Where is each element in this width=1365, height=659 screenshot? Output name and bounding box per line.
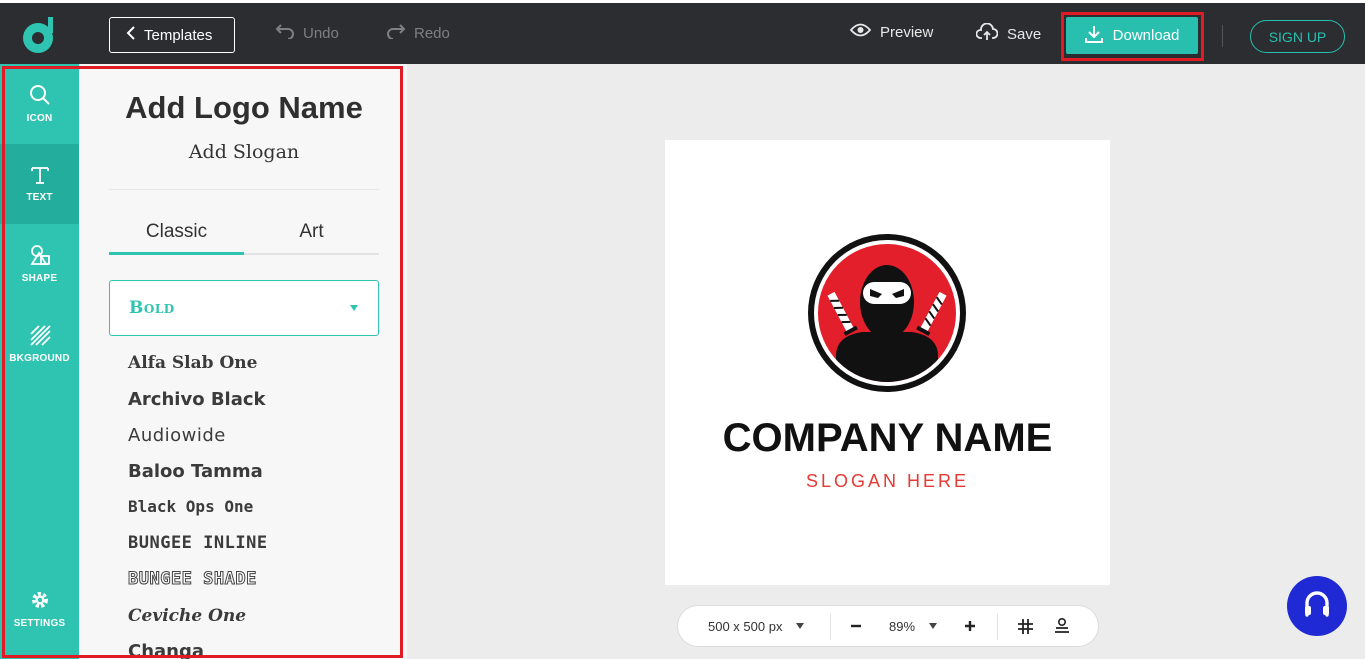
canvas-zoom-bar: 500 x 500 px 89% — [677, 605, 1099, 647]
plus-icon — [965, 621, 975, 631]
undo-button[interactable]: Undo — [275, 23, 339, 43]
redo-button[interactable]: Redo — [386, 23, 450, 43]
rail-label: ICON — [26, 113, 53, 124]
download-icon — [1084, 25, 1103, 47]
font-item[interactable]: Ceviche One — [128, 606, 246, 626]
signup-button[interactable]: SIGN UP — [1250, 20, 1345, 53]
app-logo[interactable] — [20, 13, 60, 57]
text-panel: Add Logo Name Add Slogan Classic Art Bol… — [79, 64, 407, 659]
add-slogan[interactable]: Add Slogan — [109, 141, 379, 163]
tab-classic[interactable]: Classic — [109, 221, 244, 253]
font-category-value: Bold — [129, 298, 175, 318]
templates-label: Templates — [144, 26, 213, 44]
logo-canvas[interactable]: COMPANY NAME SLOGAN HERE — [665, 140, 1110, 585]
caret-down-icon — [350, 305, 358, 311]
text-icon — [30, 165, 50, 190]
templates-button[interactable]: Templates — [109, 17, 235, 53]
zoom-out-button[interactable] — [850, 606, 862, 646]
ninja-emblem[interactable] — [806, 232, 968, 394]
align-icon — [1055, 618, 1069, 633]
rail-item-background[interactable]: BKGROUND — [0, 304, 79, 384]
font-item[interactable]: Black Ops One — [128, 497, 253, 516]
panel-divider — [109, 189, 379, 190]
chat-button[interactable] — [1287, 576, 1347, 636]
preview-label: Preview — [880, 23, 934, 41]
font-item[interactable]: Baloo Tamma — [128, 461, 263, 482]
grid-toggle-button[interactable] — [1018, 606, 1033, 646]
rail-item-shape[interactable]: SHAPE — [0, 224, 79, 304]
preview-button[interactable]: Preview — [849, 23, 934, 41]
save-button[interactable]: Save — [975, 22, 1042, 45]
search-icon — [29, 84, 51, 111]
chat-icon — [1305, 591, 1329, 617]
tool-rail: ICON TEXT SHAPE BKGROUND SETTINGS — [0, 64, 79, 659]
slogan-text[interactable]: SLOGAN HERE — [665, 471, 1110, 492]
gear-icon — [29, 589, 51, 616]
save-label: Save — [1007, 25, 1042, 43]
cloud-upload-icon — [975, 22, 999, 45]
font-item[interactable]: Archivo Black — [128, 389, 266, 410]
zoom-divider — [997, 614, 998, 640]
canvas-size-value: 500 x 500 px — [708, 618, 783, 634]
minus-icon — [851, 624, 861, 628]
rail-item-settings[interactable]: SETTINGS — [0, 569, 79, 649]
grid-icon — [1018, 618, 1033, 634]
tab-art[interactable]: Art — [244, 221, 379, 253]
font-item[interactable]: BUNGEE SHADE — [128, 569, 257, 590]
font-item[interactable]: Alfa Slab One — [128, 353, 257, 373]
chevron-left-icon — [126, 26, 136, 44]
zoom-level-value: 89% — [889, 618, 916, 634]
zoom-level-select[interactable]: 89% — [889, 606, 938, 646]
rail-label: TEXT — [26, 192, 53, 203]
download-button[interactable]: Download — [1066, 17, 1198, 54]
undo-icon — [275, 23, 295, 43]
tab-active-indicator — [109, 252, 244, 255]
rail-item-text[interactable]: TEXT — [0, 144, 79, 224]
align-toggle-button[interactable] — [1054, 606, 1070, 646]
rail-label: SHAPE — [21, 273, 58, 284]
add-logo-name[interactable]: Add Logo Name — [109, 90, 379, 126]
caret-down-icon — [796, 623, 805, 629]
zoom-divider — [830, 614, 831, 640]
tab-underline — [244, 253, 379, 255]
redo-label: Redo — [414, 24, 450, 42]
company-name[interactable]: COMPANY NAME — [665, 416, 1110, 461]
font-item[interactable]: BUNGEE INLINE — [128, 533, 268, 553]
zoom-in-button[interactable] — [964, 606, 976, 646]
caret-down-icon — [929, 623, 938, 629]
font-item[interactable]: Audiowide — [128, 425, 226, 446]
download-label: Download — [1112, 27, 1180, 44]
top-toolbar: Templates Undo Redo Preview Save Downloa… — [0, 0, 1365, 64]
rail-label: SETTINGS — [13, 618, 66, 629]
undo-label: Undo — [303, 24, 339, 42]
canvas-size-select[interactable]: 500 x 500 px — [708, 606, 805, 646]
rail-item-icon[interactable]: ICON — [0, 64, 79, 144]
eye-icon — [849, 23, 872, 41]
toolbar-divider — [1222, 25, 1223, 47]
font-category-select[interactable]: Bold — [109, 280, 379, 336]
rail-label: BKGROUND — [9, 353, 70, 364]
background-icon — [29, 324, 51, 351]
redo-icon — [386, 23, 406, 43]
font-item[interactable]: Changa — [128, 641, 204, 659]
shape-icon — [29, 244, 51, 271]
